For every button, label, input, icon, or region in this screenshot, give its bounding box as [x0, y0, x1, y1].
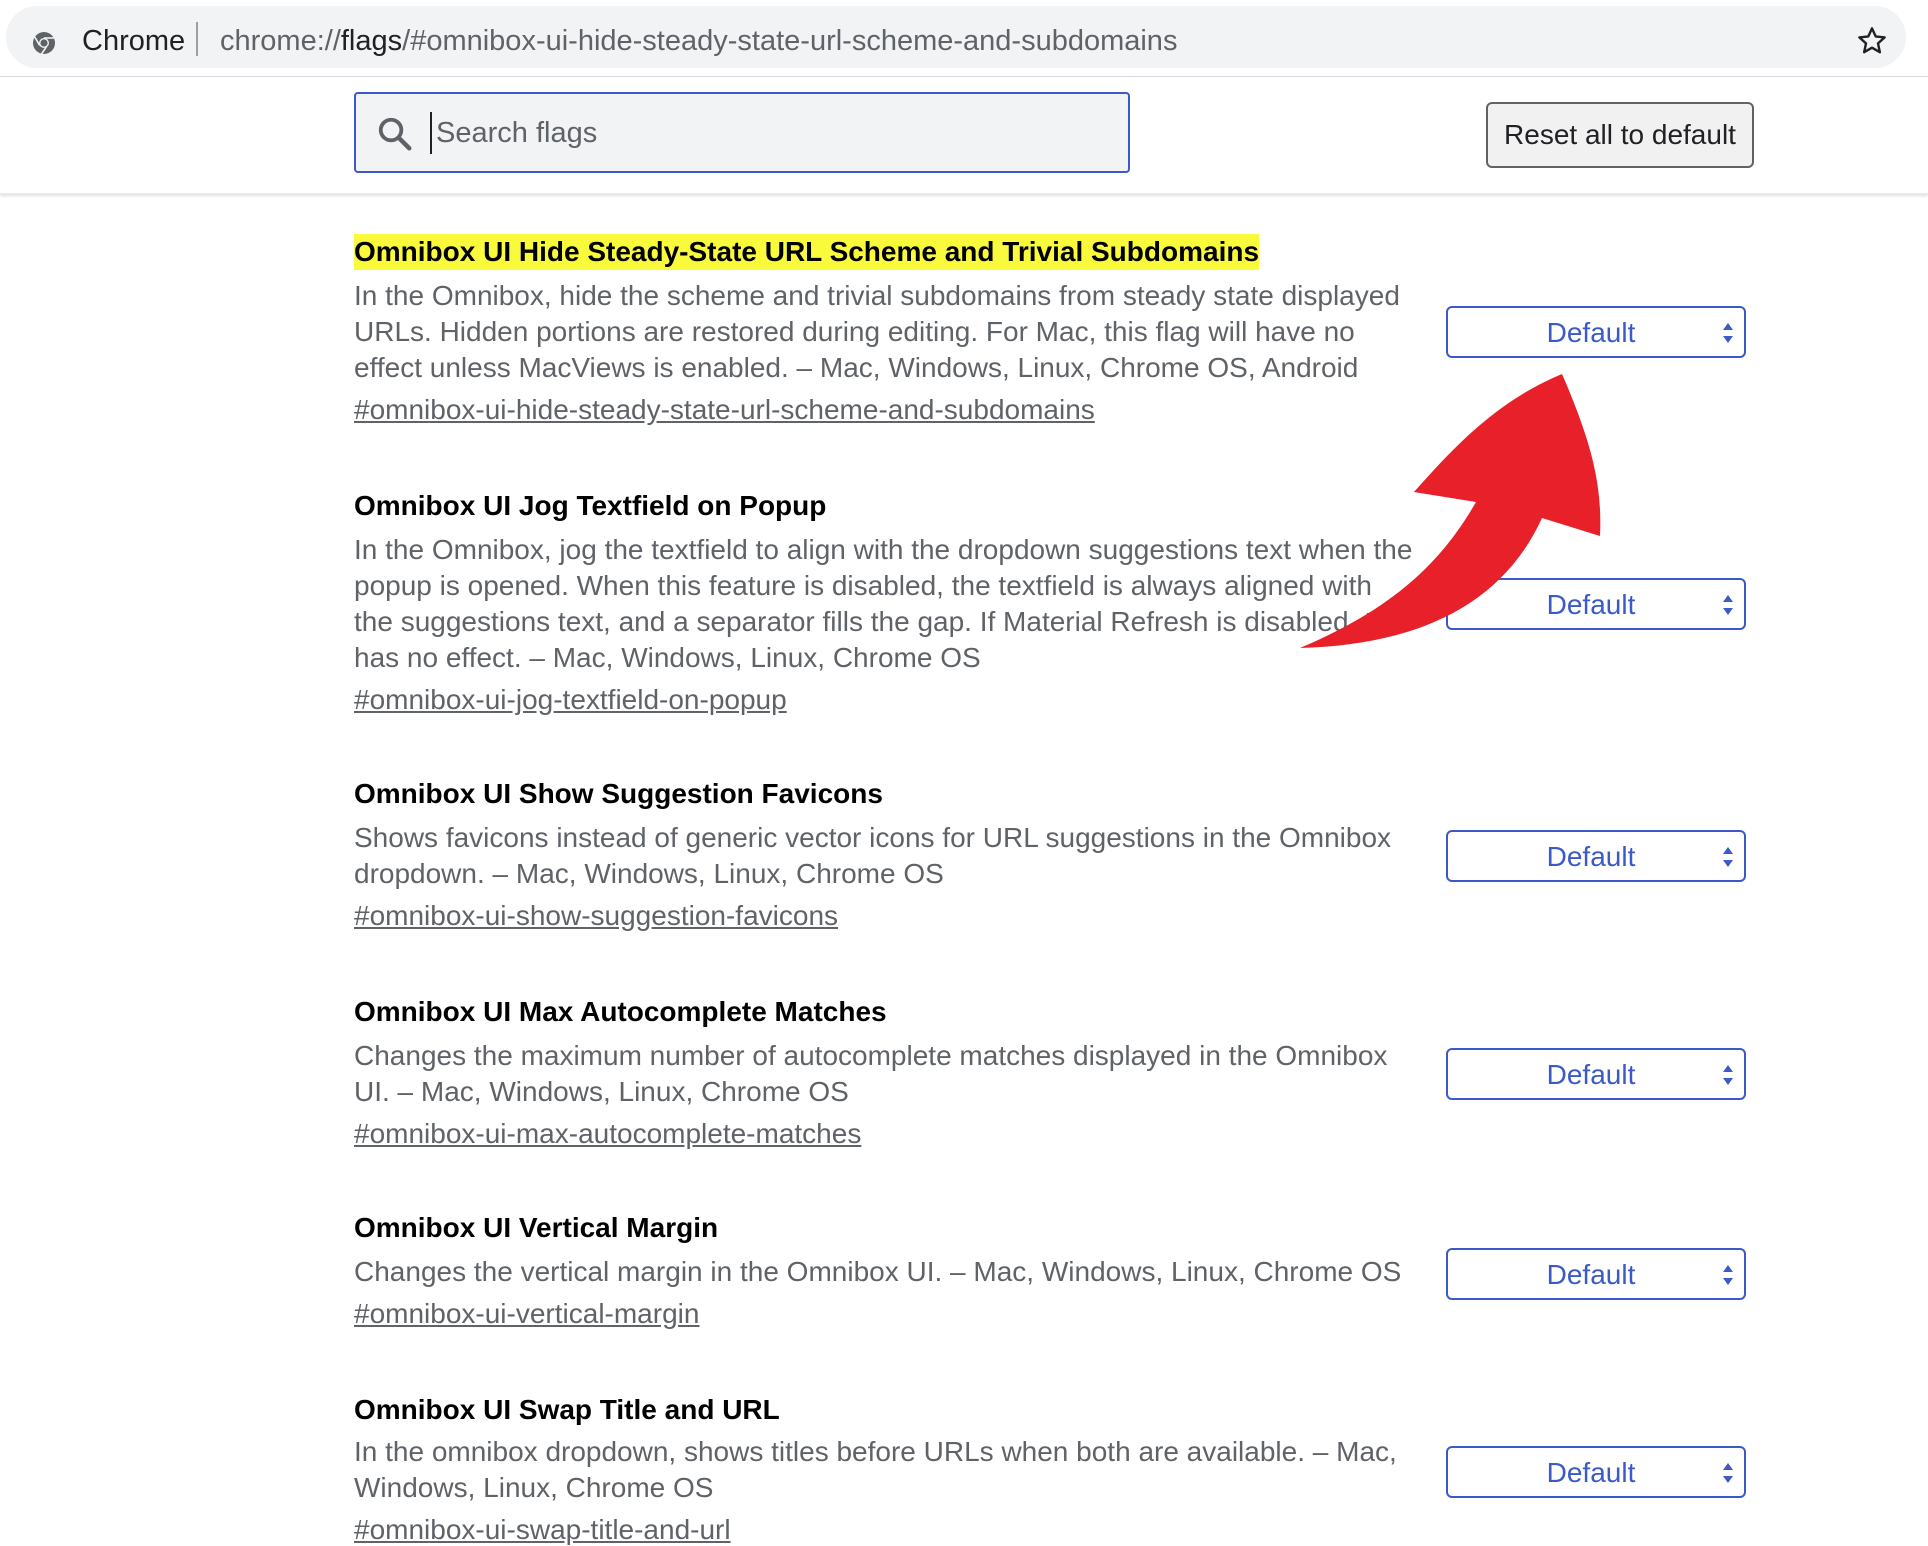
reset-all-button[interactable]: Reset all to default — [1486, 102, 1754, 168]
experiment-title: Omnibox UI Jog Textfield on Popup — [354, 490, 827, 521]
select-value: Default — [1546, 1259, 1636, 1290]
select-arrows-icon — [1723, 1265, 1733, 1285]
experiment-description: In the Omnibox, hide the scheme and triv… — [354, 280, 1400, 383]
experiment-description: In the omnibox dropdown, shows titles be… — [354, 1436, 1397, 1503]
bookmark-star-icon[interactable] — [1856, 25, 1888, 57]
experiment-select[interactable]: Default — [1446, 1248, 1746, 1300]
experiment-title: Omnibox UI Show Suggestion Favicons — [354, 778, 883, 809]
experiment-select[interactable]: Default — [1446, 1446, 1746, 1498]
select-arrows-icon — [1723, 847, 1733, 867]
experiment-permalink[interactable]: #omnibox-ui-max-autocomplete-matches — [354, 1118, 861, 1150]
chip-divider — [196, 22, 198, 56]
experiment-permalink[interactable]: #omnibox-ui-swap-title-and-url — [354, 1514, 731, 1546]
omnibox[interactable]: Chrome chrome://flags/#omnibox-ui-hide-s… — [6, 6, 1906, 68]
select-arrows-icon — [1723, 595, 1733, 615]
experiment-description: Changes the maximum number of autocomple… — [354, 1040, 1388, 1107]
experiment-description: Shows favicons instead of generic vector… — [354, 822, 1392, 889]
select-arrows-icon — [1723, 323, 1733, 343]
search-input[interactable] — [430, 112, 1110, 154]
url-host: flags — [340, 25, 403, 57]
chrome-logo-icon — [33, 32, 55, 55]
experiment-title: Omnibox UI Hide Steady-State URL Scheme … — [354, 234, 1260, 270]
experiment-permalink[interactable]: #omnibox-ui-jog-textfield-on-popup — [354, 684, 787, 716]
experiment-select[interactable]: Default — [1446, 1048, 1746, 1100]
annotation-arrow-icon — [1300, 374, 1601, 648]
search-box[interactable] — [354, 92, 1130, 173]
experiment-description: In the Omnibox, jog the textfield to ali… — [354, 534, 1413, 673]
experiment-select[interactable]: Default — [1446, 306, 1746, 358]
site-chip-label[interactable]: Chrome — [82, 25, 185, 58]
url-path: /#omnibox-ui-hide-steady-state-url-schem… — [402, 25, 1178, 57]
select-arrows-icon — [1723, 1065, 1733, 1085]
experiment-title: Omnibox UI Vertical Margin — [354, 1212, 719, 1243]
experiment-permalink[interactable]: #omnibox-ui-hide-steady-state-url-scheme… — [354, 394, 1095, 426]
address-bar-area: Chrome chrome://flags/#omnibox-ui-hide-s… — [0, 0, 1928, 77]
search-icon — [378, 117, 412, 151]
select-value: Default — [1546, 841, 1636, 872]
url-prefix: chrome:// — [220, 25, 341, 57]
experiment-description: Changes the vertical margin in the Omnib… — [354, 1256, 1402, 1287]
experiment-permalink[interactable]: #omnibox-ui-show-suggestion-favicons — [354, 900, 838, 932]
experiment-title: Omnibox UI Max Autocomplete Matches — [354, 996, 887, 1027]
select-arrows-icon — [1723, 1463, 1733, 1483]
flags-toolbar: Reset all to default — [0, 77, 1928, 194]
url-text[interactable]: chrome://flags/#omnibox-ui-hide-steady-s… — [220, 25, 1177, 58]
select-value: Default — [1546, 1059, 1636, 1090]
select-value: Default — [1546, 1457, 1636, 1488]
select-value: Default — [1546, 317, 1636, 348]
experiment-select[interactable]: Default — [1446, 830, 1746, 882]
experiment-permalink[interactable]: #omnibox-ui-vertical-margin — [354, 1298, 699, 1330]
experiment-title: Omnibox UI Swap Title and URL — [354, 1394, 780, 1425]
